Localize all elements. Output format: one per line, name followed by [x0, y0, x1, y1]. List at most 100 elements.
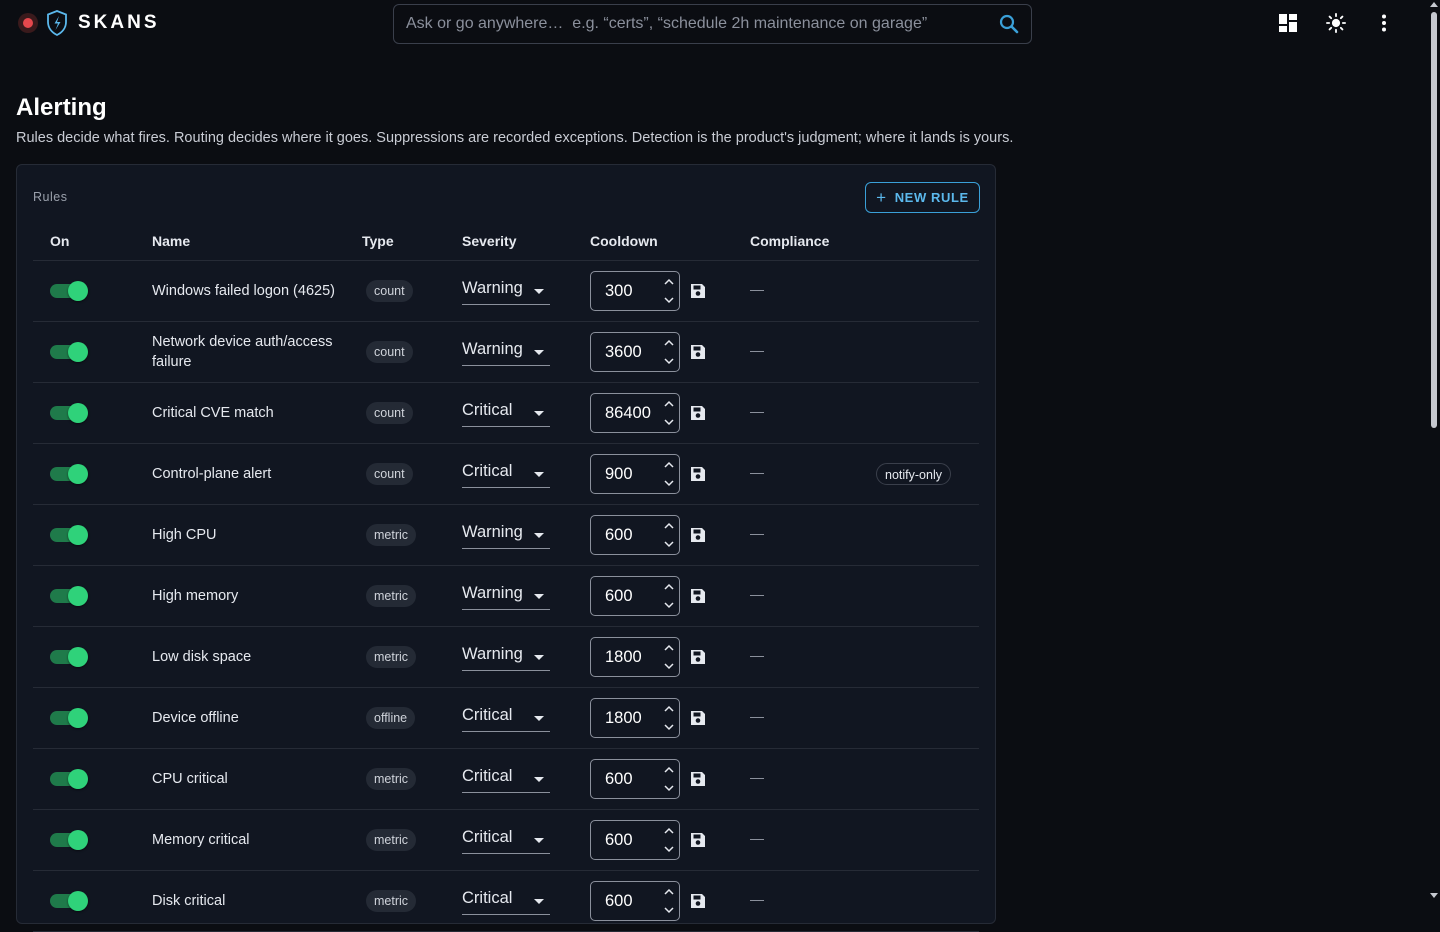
- rule-enabled-toggle[interactable]: [50, 647, 88, 667]
- cooldown-input[interactable]: 600: [590, 820, 680, 860]
- chevron-down-icon: [534, 655, 544, 660]
- more-vertical-icon[interactable]: [1374, 12, 1394, 34]
- severity-select[interactable]: Critical: [462, 460, 550, 488]
- cooldown-input[interactable]: 600: [590, 515, 680, 555]
- cooldown-input[interactable]: 1800: [590, 698, 680, 738]
- severity-select[interactable]: Warning: [462, 582, 550, 610]
- rule-name[interactable]: Device offline: [152, 688, 342, 748]
- save-icon[interactable]: [690, 344, 706, 360]
- severity-select[interactable]: Critical: [462, 826, 550, 854]
- save-icon[interactable]: [690, 527, 706, 543]
- rule-enabled-toggle[interactable]: [50, 403, 88, 423]
- cooldown-input[interactable]: 3600: [590, 332, 680, 372]
- rule-enabled-toggle[interactable]: [50, 342, 88, 362]
- spinner-arrows-icon[interactable]: [663, 398, 675, 428]
- global-search[interactable]: [393, 4, 1032, 44]
- chevron-down-icon: [534, 777, 544, 782]
- spinner-arrows-icon[interactable]: [663, 825, 675, 855]
- scroll-down-icon[interactable]: [1430, 893, 1438, 898]
- rule-name[interactable]: Control-plane alert: [152, 444, 342, 504]
- rule-name[interactable]: High CPU: [152, 505, 342, 565]
- save-icon[interactable]: [690, 588, 706, 604]
- rule-enabled-toggle[interactable]: [50, 708, 88, 728]
- compliance-value: [750, 778, 764, 779]
- severity-select[interactable]: Critical: [462, 765, 550, 793]
- save-icon[interactable]: [690, 893, 706, 909]
- rule-enabled-toggle[interactable]: [50, 586, 88, 606]
- save-icon[interactable]: [690, 466, 706, 482]
- rules-table-body: Windows failed logon (4625) count Warnin…: [33, 261, 979, 932]
- spinner-arrows-icon[interactable]: [663, 581, 675, 611]
- rule-name[interactable]: High memory: [152, 566, 342, 626]
- severity-select[interactable]: Critical: [462, 704, 550, 732]
- rule-enabled-toggle[interactable]: [50, 464, 88, 484]
- col-compliance[interactable]: Compliance: [750, 233, 829, 249]
- rule-type-chip: metric: [366, 890, 417, 912]
- rule-name[interactable]: Disk critical: [152, 871, 342, 931]
- severity-value: Critical: [462, 889, 513, 907]
- rule-name[interactable]: Critical CVE match: [152, 383, 342, 443]
- severity-select[interactable]: Warning: [462, 643, 550, 671]
- spinner-arrows-icon[interactable]: [663, 642, 675, 672]
- compliance-value: [750, 534, 764, 535]
- save-icon[interactable]: [690, 771, 706, 787]
- cooldown-input[interactable]: 900: [590, 454, 680, 494]
- search-icon[interactable]: [999, 14, 1019, 34]
- severity-select[interactable]: Critical: [462, 399, 550, 427]
- rule-name[interactable]: Low disk space: [152, 627, 342, 687]
- cooldown-input[interactable]: 600: [590, 881, 680, 921]
- new-rule-button[interactable]: + NEW RULE: [865, 182, 980, 213]
- col-severity[interactable]: Severity: [462, 233, 516, 249]
- col-name[interactable]: Name: [152, 233, 190, 249]
- cooldown-input[interactable]: 600: [590, 576, 680, 616]
- compliance-value: [750, 595, 764, 596]
- save-icon[interactable]: [690, 405, 706, 421]
- cooldown-input[interactable]: 600: [590, 759, 680, 799]
- scrollbar-thumb[interactable]: [1431, 12, 1437, 428]
- spinner-arrows-icon[interactable]: [663, 459, 675, 489]
- severity-select[interactable]: Warning: [462, 277, 550, 305]
- rule-name[interactable]: CPU critical: [152, 749, 342, 809]
- page-scrollbar[interactable]: [1428, 0, 1440, 900]
- rule-name[interactable]: Network device auth/access failure: [152, 322, 342, 382]
- cooldown-input[interactable]: 86400: [590, 393, 680, 433]
- col-cooldown[interactable]: Cooldown: [590, 233, 658, 249]
- cooldown-input[interactable]: 1800: [590, 637, 680, 677]
- search-input[interactable]: [406, 15, 999, 33]
- spinner-arrows-icon[interactable]: [663, 520, 675, 550]
- chevron-down-icon: [534, 350, 544, 355]
- brand[interactable]: SKANS: [18, 10, 160, 36]
- cooldown-input[interactable]: 300: [590, 271, 680, 311]
- spinner-arrows-icon[interactable]: [663, 337, 675, 367]
- save-icon[interactable]: [690, 649, 706, 665]
- dashboard-icon[interactable]: [1278, 12, 1298, 34]
- rule-enabled-toggle[interactable]: [50, 830, 88, 850]
- rule-enabled-toggle[interactable]: [50, 769, 88, 789]
- spinner-arrows-icon[interactable]: [663, 703, 675, 733]
- severity-select[interactable]: Warning: [462, 338, 550, 366]
- table-row: High memory metric Warning 600: [33, 566, 979, 627]
- top-actions: [1278, 12, 1394, 34]
- scroll-up-icon[interactable]: [1430, 2, 1438, 7]
- save-icon[interactable]: [690, 832, 706, 848]
- rule-name[interactable]: Windows failed logon (4625): [152, 261, 342, 321]
- severity-select[interactable]: Critical: [462, 887, 550, 915]
- rule-enabled-toggle[interactable]: [50, 891, 88, 911]
- rule-enabled-toggle[interactable]: [50, 281, 88, 301]
- save-icon[interactable]: [690, 710, 706, 726]
- rule-name[interactable]: Memory critical: [152, 810, 342, 870]
- sun-icon[interactable]: [1326, 12, 1346, 34]
- rule-enabled-toggle[interactable]: [50, 525, 88, 545]
- save-icon[interactable]: [690, 283, 706, 299]
- severity-select[interactable]: Warning: [462, 521, 550, 549]
- compliance-value: [750, 717, 764, 718]
- spinner-arrows-icon[interactable]: [663, 764, 675, 794]
- table-row: Network device auth/access failure count…: [33, 322, 979, 383]
- table-row: CPU critical metric Critical 600: [33, 749, 979, 810]
- spinner-arrows-icon[interactable]: [663, 886, 675, 916]
- rule-type-chip: metric: [366, 768, 417, 790]
- spinner-arrows-icon[interactable]: [663, 276, 675, 306]
- cooldown-value: 1800: [605, 648, 642, 666]
- col-type[interactable]: Type: [362, 233, 394, 249]
- col-on[interactable]: On: [50, 233, 69, 249]
